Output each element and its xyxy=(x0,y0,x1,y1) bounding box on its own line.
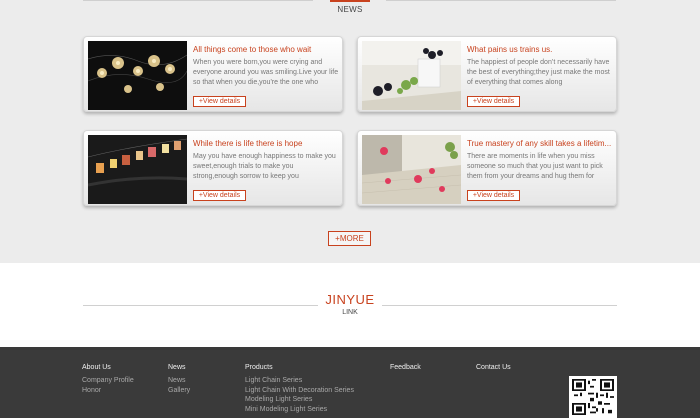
header-divider-left xyxy=(83,0,313,1)
more-news-button[interactable]: +MORE xyxy=(328,231,371,246)
footer-col-feedback: Feedback xyxy=(390,364,421,376)
link-section-subtitle: LINK xyxy=(342,309,358,316)
view-details-button-1[interactable]: +View details xyxy=(193,96,246,107)
view-details-button-3[interactable]: +View details xyxy=(193,190,246,201)
footer-link-honor[interactable]: Honor xyxy=(82,386,134,396)
footer-heading-about[interactable]: About Us xyxy=(82,364,134,371)
footer-heading-contact[interactable]: Contact Us xyxy=(476,364,511,371)
news-card-3[interactable]: While there is life there is hope May yo… xyxy=(83,130,343,206)
news-desc-1: When you were born,you were crying and e… xyxy=(193,59,339,86)
header-divider-right xyxy=(386,0,616,1)
footer-link-modeling-light[interactable]: Modeling Light Series xyxy=(245,395,354,405)
news-image-2[interactable] xyxy=(362,41,461,110)
footer-link-light-chain-decoration[interactable]: Light Chain With Decoration Series xyxy=(245,386,354,396)
news-title-4[interactable]: True mastery of any skill takes a lifeti… xyxy=(467,139,613,148)
qr-code-icon xyxy=(569,376,617,418)
news-subtitle: NEWS xyxy=(337,5,363,14)
news-desc-4: There are moments in life when you miss … xyxy=(467,153,603,180)
footer-heading-products[interactable]: Products xyxy=(245,364,354,371)
news-title-1[interactable]: All things come to those who wait xyxy=(193,45,339,54)
footer: About Us Company Profile Honor News News… xyxy=(0,347,700,418)
news-card-2[interactable]: What pains us trains us. The happiest of… xyxy=(357,36,617,112)
news-image-4[interactable] xyxy=(362,135,461,204)
footer-col-about: About Us Company Profile Honor xyxy=(82,364,134,395)
news-image-1[interactable] xyxy=(88,41,187,110)
view-details-button-2[interactable]: +View details xyxy=(467,96,520,107)
news-desc-2: The happiest of people don’t necessarily… xyxy=(467,59,610,86)
footer-link-mini-modeling-light[interactable]: Mini Modeling Light Series xyxy=(245,405,354,415)
news-title-3[interactable]: While there is life there is hope xyxy=(193,139,339,148)
footer-col-products: Products Light Chain Series Light Chain … xyxy=(245,364,354,414)
footer-heading-feedback[interactable]: Feedback xyxy=(390,364,421,371)
news-card-1[interactable]: All things come to those who wait When y… xyxy=(83,36,343,112)
footer-link-gallery[interactable]: Gallery xyxy=(168,386,190,396)
footer-heading-news[interactable]: News xyxy=(168,364,190,371)
news-section-header: NEWS xyxy=(0,0,700,20)
footer-link-company-profile[interactable]: Company Profile xyxy=(82,376,134,386)
news-image-3[interactable] xyxy=(88,135,187,204)
news-card-4[interactable]: True mastery of any skill takes a lifeti… xyxy=(357,130,617,206)
footer-col-news: News News Gallery xyxy=(168,364,190,395)
header-accent xyxy=(330,0,370,2)
footer-link-light-chain[interactable]: Light Chain Series xyxy=(245,376,354,386)
news-desc-3: May you have enough happiness to make yo… xyxy=(193,153,336,180)
footer-link-news[interactable]: News xyxy=(168,376,190,386)
news-title-2[interactable]: What pains us trains us. xyxy=(467,45,613,54)
footer-col-contact: Contact Us xyxy=(476,364,511,376)
view-details-button-4[interactable]: +View details xyxy=(467,190,520,201)
link-section: JINYUE LINK xyxy=(0,263,700,347)
link-section-title: JINYUE xyxy=(325,292,375,307)
